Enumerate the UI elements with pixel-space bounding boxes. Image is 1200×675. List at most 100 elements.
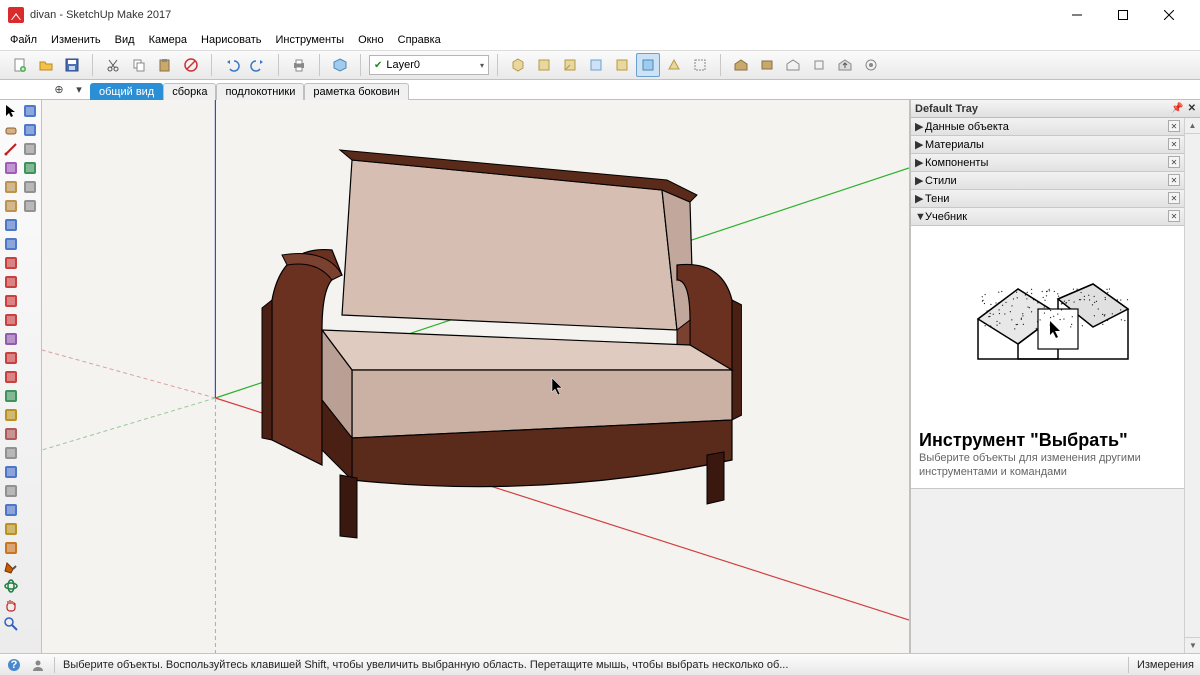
pan-icon[interactable] [2,596,20,614]
left-view-icon[interactable] [636,53,660,77]
eraser-icon[interactable] [2,121,20,139]
rectangle-icon[interactable] [2,178,20,196]
minimize-button[interactable] [1054,0,1100,30]
print-icon[interactable] [287,53,311,77]
delete-icon[interactable] [179,53,203,77]
panel-close-icon[interactable]: ✕ [1168,210,1180,222]
layer-dropdown[interactable]: ✔ Layer0 ▾ [369,55,489,75]
user-icon[interactable] [30,657,46,673]
followme-icon[interactable] [2,425,20,443]
panel-close-icon[interactable]: ✕ [1168,120,1180,132]
menu-camera[interactable]: Камера [143,32,193,48]
orbit-icon[interactable] [2,577,20,595]
tray-title[interactable]: Default Tray 📌 ✕ [911,100,1200,118]
3dwarehouse-icon[interactable] [729,53,753,77]
undo-icon[interactable] [220,53,244,77]
close-button[interactable] [1146,0,1192,30]
tray-panel-header[interactable]: ▶Стили✕ [911,172,1184,190]
section-icon[interactable] [2,539,20,557]
right-view-icon[interactable] [584,53,608,77]
walk-icon[interactable] [21,178,39,196]
model-info-icon[interactable] [328,53,352,77]
polygon-icon[interactable] [2,235,20,253]
redo-icon[interactable] [246,53,270,77]
maximize-button[interactable] [1100,0,1146,30]
tray-panel-header[interactable]: ▶Тени✕ [911,190,1184,208]
panel-close-icon[interactable]: ✕ [1168,138,1180,150]
pie-icon[interactable] [2,311,20,329]
look-around-icon[interactable] [21,159,39,177]
3pt-arc-icon[interactable] [2,292,20,310]
copy-icon[interactable] [127,53,151,77]
paste-icon[interactable] [153,53,177,77]
component-icon[interactable] [755,53,779,77]
extension-icon[interactable] [781,53,805,77]
geolocate-icon[interactable] [807,53,831,77]
panel-close-icon[interactable]: ✕ [1168,156,1180,168]
scene-tab[interactable]: подлокотники [216,83,304,100]
pin-icon[interactable]: 📌 [1171,103,1183,114]
cut-icon[interactable] [101,53,125,77]
menu-view[interactable]: Вид [109,32,141,48]
zoom-icon[interactable] [2,615,20,633]
arc-icon[interactable] [2,254,20,272]
panel-close-icon[interactable]: ✕ [1168,174,1180,186]
tape-icon[interactable] [2,444,20,462]
dimension-icon[interactable] [2,463,20,481]
menu-draw[interactable]: Нарисовать [195,32,267,48]
pushpull-icon[interactable] [2,330,20,348]
help-icon[interactable]: ? [6,657,22,673]
perspective-icon[interactable] [662,53,686,77]
protractor-icon[interactable] [2,482,20,500]
panel-close-icon[interactable]: ✕ [1168,192,1180,204]
circle-icon[interactable] [2,216,20,234]
2pt-arc-icon[interactable] [2,273,20,291]
tray-panel-header[interactable]: ▼Учебник✕ [911,208,1184,226]
close-icon[interactable]: ✕ [1188,103,1196,114]
menu-edit[interactable]: Изменить [45,32,107,48]
select-icon[interactable] [2,102,20,120]
scene-tab[interactable]: сборка [163,83,216,100]
menu-tools[interactable]: Инструменты [269,32,350,48]
move-icon[interactable] [2,368,20,386]
settings-icon[interactable] [859,53,883,77]
menu-file[interactable]: Файл [4,32,43,48]
position-camera-icon[interactable] [21,140,39,158]
front-view-icon[interactable] [558,53,582,77]
open-file-icon[interactable] [34,53,58,77]
scene-add-icon[interactable]: ⊕ [50,81,68,97]
chevron-right-icon: ▶ [915,120,925,133]
menu-window[interactable]: Окно [352,32,390,48]
upload-icon[interactable] [833,53,857,77]
back-view-icon[interactable] [610,53,634,77]
zoom-extents-icon[interactable] [21,121,39,139]
top-view-icon[interactable] [532,53,556,77]
xray-icon[interactable] [688,53,712,77]
instructor-desc: Выберите объекты для изменения другими и… [919,451,1176,480]
scene-tab[interactable]: общий вид [90,83,163,100]
menu-help[interactable]: Справка [392,32,447,48]
tray-panel-header[interactable]: ▶Компоненты✕ [911,154,1184,172]
iso-view-icon[interactable] [506,53,530,77]
offset-icon[interactable] [2,349,20,367]
prev-view-icon[interactable] [21,197,39,215]
freehand-icon[interactable] [2,159,20,177]
save-file-icon[interactable] [60,53,84,77]
zoom-window-icon[interactable] [21,102,39,120]
tray-scrollbar[interactable]: ▲ ▼ [1184,118,1200,653]
scene-menu-icon[interactable]: ▾ [70,81,88,97]
tray-panel-header[interactable]: ▶Данные объекта✕ [911,118,1184,136]
line-icon[interactable] [2,140,20,158]
text-icon[interactable] [2,501,20,519]
scale-icon[interactable] [2,406,20,424]
scene-tab[interactable]: раметка боковин [304,83,408,100]
scroll-down-icon[interactable]: ▼ [1185,637,1200,653]
scroll-up-icon[interactable]: ▲ [1185,118,1200,134]
paint-icon[interactable] [2,558,20,576]
tray-panel-header[interactable]: ▶Материалы✕ [911,136,1184,154]
rotate-icon[interactable] [2,387,20,405]
rotated-rect-icon[interactable] [2,197,20,215]
viewport-3d[interactable] [42,100,910,653]
axes-icon[interactable] [2,520,20,538]
new-file-icon[interactable] [8,53,32,77]
